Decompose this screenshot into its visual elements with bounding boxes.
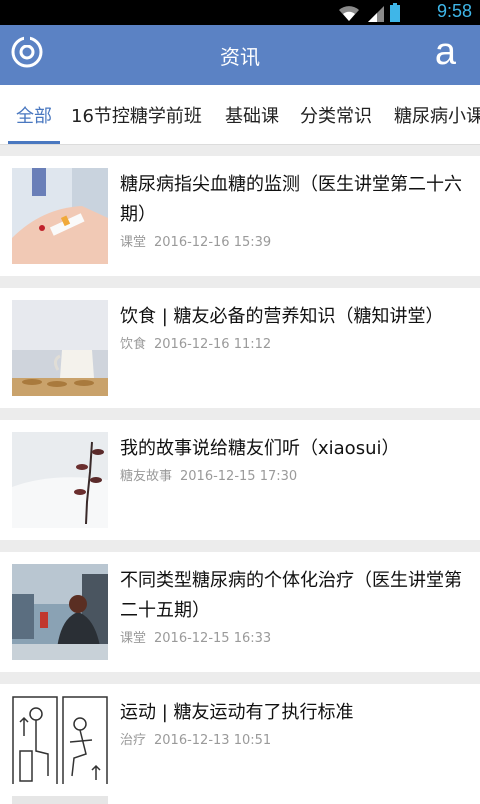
status-bar: 9:58 [0, 0, 480, 25]
article-date: 2016-12-15 17:30 [180, 469, 298, 484]
article-title: 不同类型糖尿病的个体化治疗（医生讲堂第二十五期） [120, 570, 462, 621]
app-header: 资讯 a [0, 25, 480, 85]
category-tabs: 全部 16节控糖学前班 基础课 分类常识 糖尿病小课 [0, 85, 480, 145]
article-thumbnail [12, 796, 108, 804]
article-title: 糖尿病指尖血糖的监测（医生讲堂第二十六期） [120, 174, 462, 225]
article-thumbnail [12, 696, 108, 792]
article-date: 2016-12-16 11:12 [154, 337, 272, 352]
list-item[interactable]: 糖尿病指尖血糖的监测（医生讲堂第二十六期） 课堂 2016-12-16 15:39 [0, 156, 480, 276]
article-category: 治疗 [120, 733, 147, 748]
status-time: 9:58 [436, 1, 472, 21]
article-meta: 课堂 2016-12-15 16:33 [120, 627, 271, 646]
article-title: 我的故事说给糖友们听（xiaosui） [120, 438, 400, 459]
tab-diabetes-mini[interactable]: 糖尿病小课 [394, 102, 480, 128]
article-category: 课堂 [120, 631, 147, 646]
article-thumbnail [12, 300, 108, 396]
article-date: 2016-12-16 15:39 [154, 235, 272, 250]
battery-icon [390, 3, 400, 22]
tab-classification[interactable]: 分类常识 [300, 102, 372, 128]
header-action-button[interactable]: a [435, 31, 456, 74]
article-date: 2016-12-13 10:51 [154, 733, 272, 748]
article-category: 糖友故事 [120, 469, 173, 484]
article-meta: 课堂 2016-12-16 15:39 [120, 231, 271, 250]
article-meta: 治疗 2016-12-13 10:51 [120, 729, 271, 748]
article-category: 课堂 [120, 235, 147, 250]
wifi-icon [339, 6, 359, 21]
list-item[interactable] [0, 784, 480, 804]
tab-basics[interactable]: 基础课 [225, 102, 279, 128]
article-thumbnail [12, 564, 108, 660]
list-item[interactable]: 我的故事说给糖友们听（xiaosui） 糖友故事 2016-12-15 17:30 [0, 420, 480, 540]
tab-16-lessons[interactable]: 16节控糖学前班 [71, 102, 202, 128]
tab-all[interactable]: 全部 [16, 102, 52, 128]
article-thumbnail [12, 168, 108, 264]
article-thumbnail [12, 432, 108, 528]
article-title: 运动 | 糖友运动有了执行标准 [120, 702, 354, 723]
signal-icon [368, 6, 384, 22]
status-icons [338, 3, 400, 22]
page-title: 资讯 [220, 45, 260, 69]
article-meta: 糖友故事 2016-12-15 17:30 [120, 465, 297, 484]
active-tab-indicator [8, 141, 60, 144]
list-item[interactable]: 饮食 | 糖友必备的营养知识（糖知讲堂） 饮食 2016-12-16 11:12 [0, 288, 480, 408]
article-category: 饮食 [120, 337, 147, 352]
article-date: 2016-12-15 16:33 [154, 631, 272, 646]
list-item[interactable]: 不同类型糖尿病的个体化治疗（医生讲堂第二十五期） 课堂 2016-12-15 16… [0, 552, 480, 672]
article-meta: 饮食 2016-12-16 11:12 [120, 333, 271, 352]
article-title: 饮食 | 糖友必备的营养知识（糖知讲堂） [120, 306, 444, 327]
